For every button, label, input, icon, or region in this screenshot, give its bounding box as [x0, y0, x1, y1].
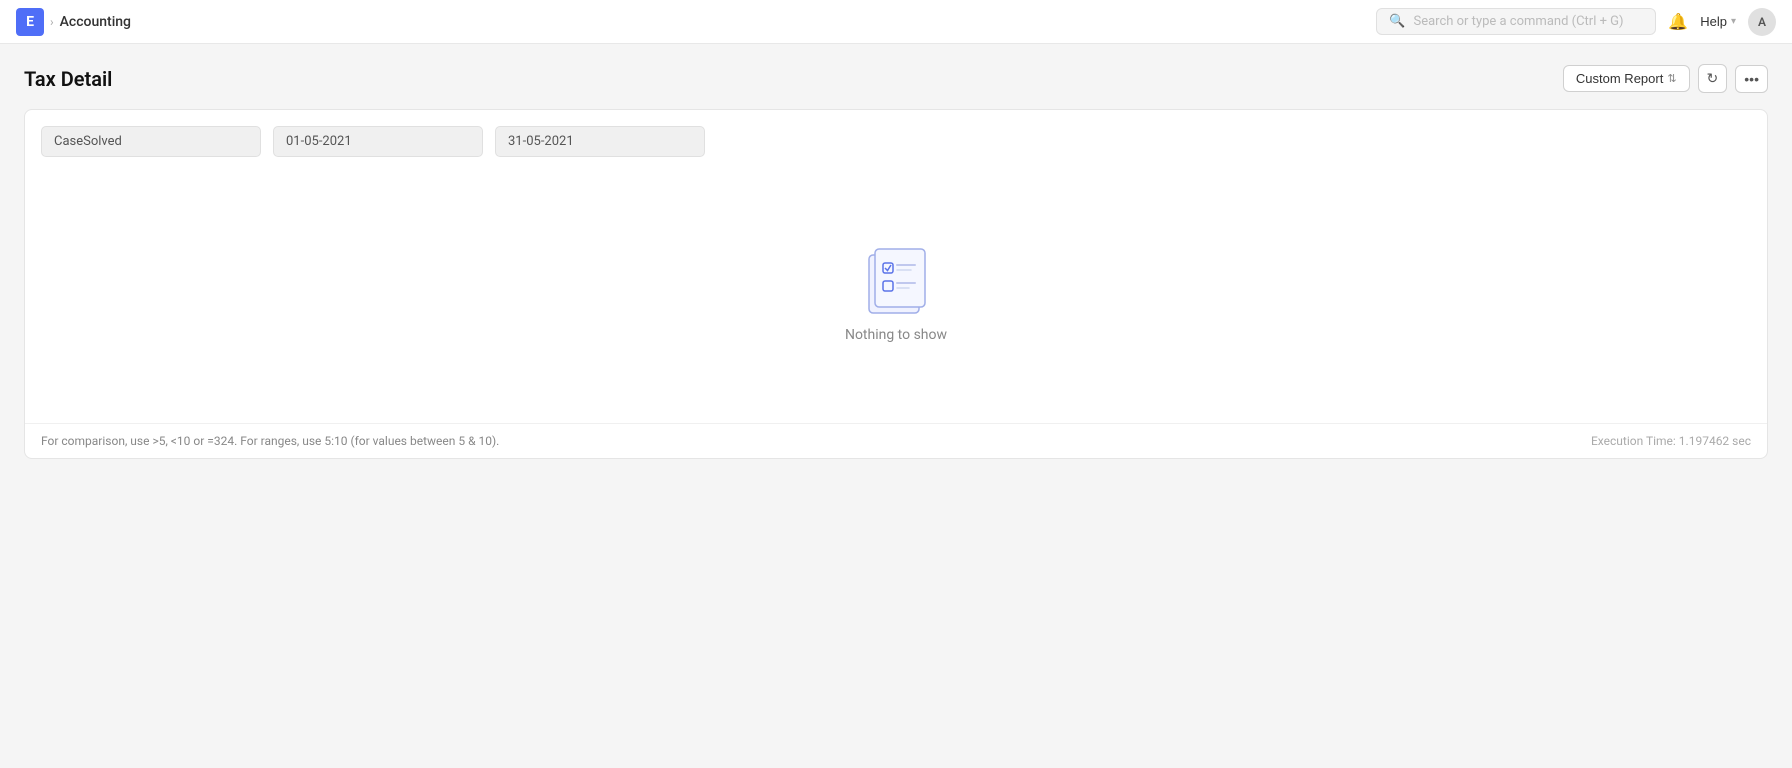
sort-icon: ⇅	[1667, 72, 1676, 85]
search-placeholder: Search or type a command (Ctrl + G)	[1413, 14, 1623, 29]
search-box[interactable]: 🔍 Search or type a command (Ctrl + G)	[1376, 8, 1656, 35]
help-button[interactable]: Help ▾	[1700, 14, 1736, 29]
search-icon: 🔍	[1389, 14, 1405, 29]
breadcrumb-page-name: Accounting	[60, 14, 131, 30]
filters-row: CaseSolved 01-05-2021 31-05-2021	[25, 110, 1767, 173]
empty-state-text: Nothing to show	[845, 327, 947, 343]
breadcrumb: E › Accounting	[16, 8, 131, 36]
custom-report-button[interactable]: Custom Report ⇅	[1563, 65, 1690, 92]
date-from-filter[interactable]: 01-05-2021	[273, 126, 483, 157]
topnav-right: 🔍 Search or type a command (Ctrl + G) 🔔 …	[1376, 8, 1776, 36]
header-actions: Custom Report ⇅ ↻ •••	[1563, 64, 1768, 93]
page-title: Tax Detail	[24, 67, 112, 91]
more-icon: •••	[1744, 71, 1759, 87]
empty-state: Nothing to show	[25, 173, 1767, 423]
content-card: CaseSolved 01-05-2021 31-05-2021	[24, 109, 1768, 459]
notification-bell-icon[interactable]: 🔔	[1668, 12, 1688, 31]
execution-time: Execution Time: 1.197462 sec	[1591, 434, 1751, 448]
empty-state-icon	[851, 233, 941, 327]
company-filter[interactable]: CaseSolved	[41, 126, 261, 157]
footer-hint: For comparison, use >5, <10 or =324. For…	[41, 434, 499, 448]
date-to-filter[interactable]: 31-05-2021	[495, 126, 705, 157]
page-content: Tax Detail Custom Report ⇅ ↻ ••• CaseSol…	[0, 44, 1792, 768]
more-options-button[interactable]: •••	[1735, 65, 1768, 93]
breadcrumb-separator: ›	[50, 15, 54, 29]
app-logo[interactable]: E	[16, 8, 44, 36]
top-navigation: E › Accounting 🔍 Search or type a comman…	[0, 0, 1792, 44]
custom-report-label: Custom Report	[1576, 71, 1663, 86]
page-header: Tax Detail Custom Report ⇅ ↻ •••	[24, 64, 1768, 93]
chevron-down-icon: ▾	[1731, 16, 1736, 27]
refresh-icon: ↻	[1707, 70, 1719, 86]
avatar[interactable]: A	[1748, 8, 1776, 36]
refresh-button[interactable]: ↻	[1698, 64, 1728, 93]
card-footer: For comparison, use >5, <10 or =324. For…	[25, 423, 1767, 458]
